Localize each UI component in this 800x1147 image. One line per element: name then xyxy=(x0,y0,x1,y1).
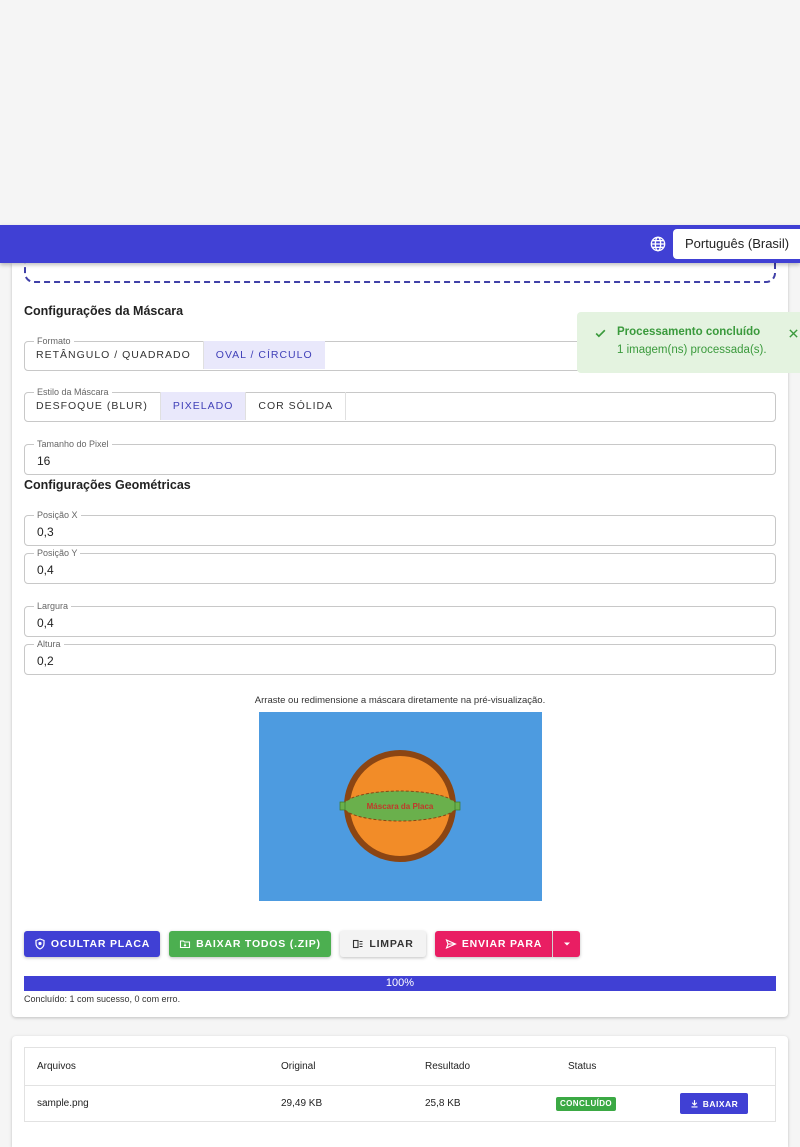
download-file-label: BAIXAR xyxy=(702,1098,739,1109)
pixel-size-legend: Tamanho do Pixel xyxy=(34,438,112,450)
table-divider xyxy=(25,1085,775,1086)
style-option-blur[interactable]: DESFOQUE (BLUR) xyxy=(24,392,161,420)
mask-handle-right xyxy=(454,801,461,811)
files-table: Arquivos Original Resultado Status sampl… xyxy=(24,1047,776,1122)
send-to-label: ENVIAR PARA xyxy=(461,938,543,950)
mask-handle-left xyxy=(339,801,346,811)
download-file-button[interactable]: BAIXAR xyxy=(680,1093,748,1114)
file-name: sample.png xyxy=(37,1098,89,1109)
header-original: Original xyxy=(281,1061,316,1072)
header-status: Status xyxy=(568,1061,597,1072)
success-toast: Processamento concluído 1 imagem(ns) pro… xyxy=(577,312,800,373)
preview-hint: Arraste ou redimensione a máscara direta… xyxy=(254,695,546,706)
check-icon xyxy=(595,329,606,338)
download-all-button[interactable]: BAIXAR TODOS (.ZIP) xyxy=(169,931,331,957)
files-card: Arquivos Original Resultado Status sampl… xyxy=(12,1036,788,1147)
pixel-size-field[interactable]: Tamanho do Pixel 16 xyxy=(24,438,776,475)
hide-plate-label: OCULTAR PLACA xyxy=(50,938,151,950)
geometry-title: Configurações Geométricas xyxy=(24,478,191,492)
download-icon xyxy=(691,1100,698,1108)
folder-zip-icon xyxy=(180,940,191,949)
position-x-field[interactable]: Posição X 0,3 xyxy=(24,509,776,546)
mask-label: Máscara da Placa xyxy=(367,802,434,811)
height-legend: Altura xyxy=(34,638,64,650)
clear-button[interactable]: LIMPAR xyxy=(340,931,426,957)
format-option-rectangle[interactable]: RETÂNGULO / QUADRADO xyxy=(24,341,204,369)
send-to-dropdown-button[interactable] xyxy=(553,931,580,957)
download-all-label: BAIXAR TODOS (.ZIP) xyxy=(196,938,321,950)
height-value: 0,2 xyxy=(37,654,54,668)
progress-summary: Concluído: 1 com sucesso, 0 com erro. xyxy=(24,994,181,1004)
position-y-field[interactable]: Posição Y 0,4 xyxy=(24,547,776,584)
mask-preview[interactable]: Máscara da Placa xyxy=(259,712,542,901)
header-result: Resultado xyxy=(425,1061,471,1072)
progress-label: 100% xyxy=(385,977,415,989)
file-result-size: 25,8 KB xyxy=(425,1098,461,1109)
status-badge: CONCLUÍDO xyxy=(556,1097,617,1111)
format-option-oval[interactable]: OVAL / CÍRCULO xyxy=(203,341,325,369)
hide-plate-button[interactable]: OCULTAR PLACA xyxy=(24,931,160,957)
file-original-size: 29,49 KB xyxy=(281,1098,323,1109)
mask-settings-title: Configurações da Máscara xyxy=(24,304,184,318)
position-x-legend: Posição X xyxy=(34,509,81,521)
style-option-solid[interactable]: COR SÓLIDA xyxy=(246,392,347,420)
shield-icon xyxy=(35,938,45,950)
height-field[interactable]: Altura 0,2 xyxy=(24,638,776,675)
format-toggle-group: RETÂNGULO / QUADRADO OVAL / CÍRCULO xyxy=(24,341,325,371)
toast-title: Processamento concluído xyxy=(617,326,761,338)
pixel-size-value: 16 xyxy=(37,454,51,468)
caret-down-icon xyxy=(563,942,570,946)
width-field[interactable]: Largura 0,4 xyxy=(24,600,776,637)
toast-message: 1 imagem(ns) processada(s). xyxy=(617,344,767,356)
close-icon[interactable] xyxy=(788,328,799,339)
header-files: Arquivos xyxy=(37,1061,76,1072)
settings-card: Configurações da Máscara Formato RETÂNGU… xyxy=(12,253,788,1017)
position-x-value: 0,3 xyxy=(37,525,54,539)
clear-icon xyxy=(353,939,363,949)
width-legend: Largura xyxy=(34,600,72,612)
globe-icon[interactable] xyxy=(650,236,666,252)
app-bar: Português (Brasil) xyxy=(0,225,800,263)
send-icon xyxy=(445,938,457,950)
style-toggle-group: DESFOQUE (BLUR) PIXELADO COR SÓLIDA xyxy=(24,392,347,422)
width-value: 0,4 xyxy=(37,616,54,630)
position-y-value: 0,4 xyxy=(37,563,54,577)
progress-bar: 100% xyxy=(24,976,776,991)
position-y-legend: Posição Y xyxy=(34,547,81,559)
clear-label: LIMPAR xyxy=(369,938,414,950)
send-to-button[interactable]: ENVIAR PARA xyxy=(435,931,552,957)
language-select[interactable]: Português (Brasil) xyxy=(673,229,800,259)
style-option-pixelated[interactable]: PIXELADO xyxy=(160,392,247,420)
